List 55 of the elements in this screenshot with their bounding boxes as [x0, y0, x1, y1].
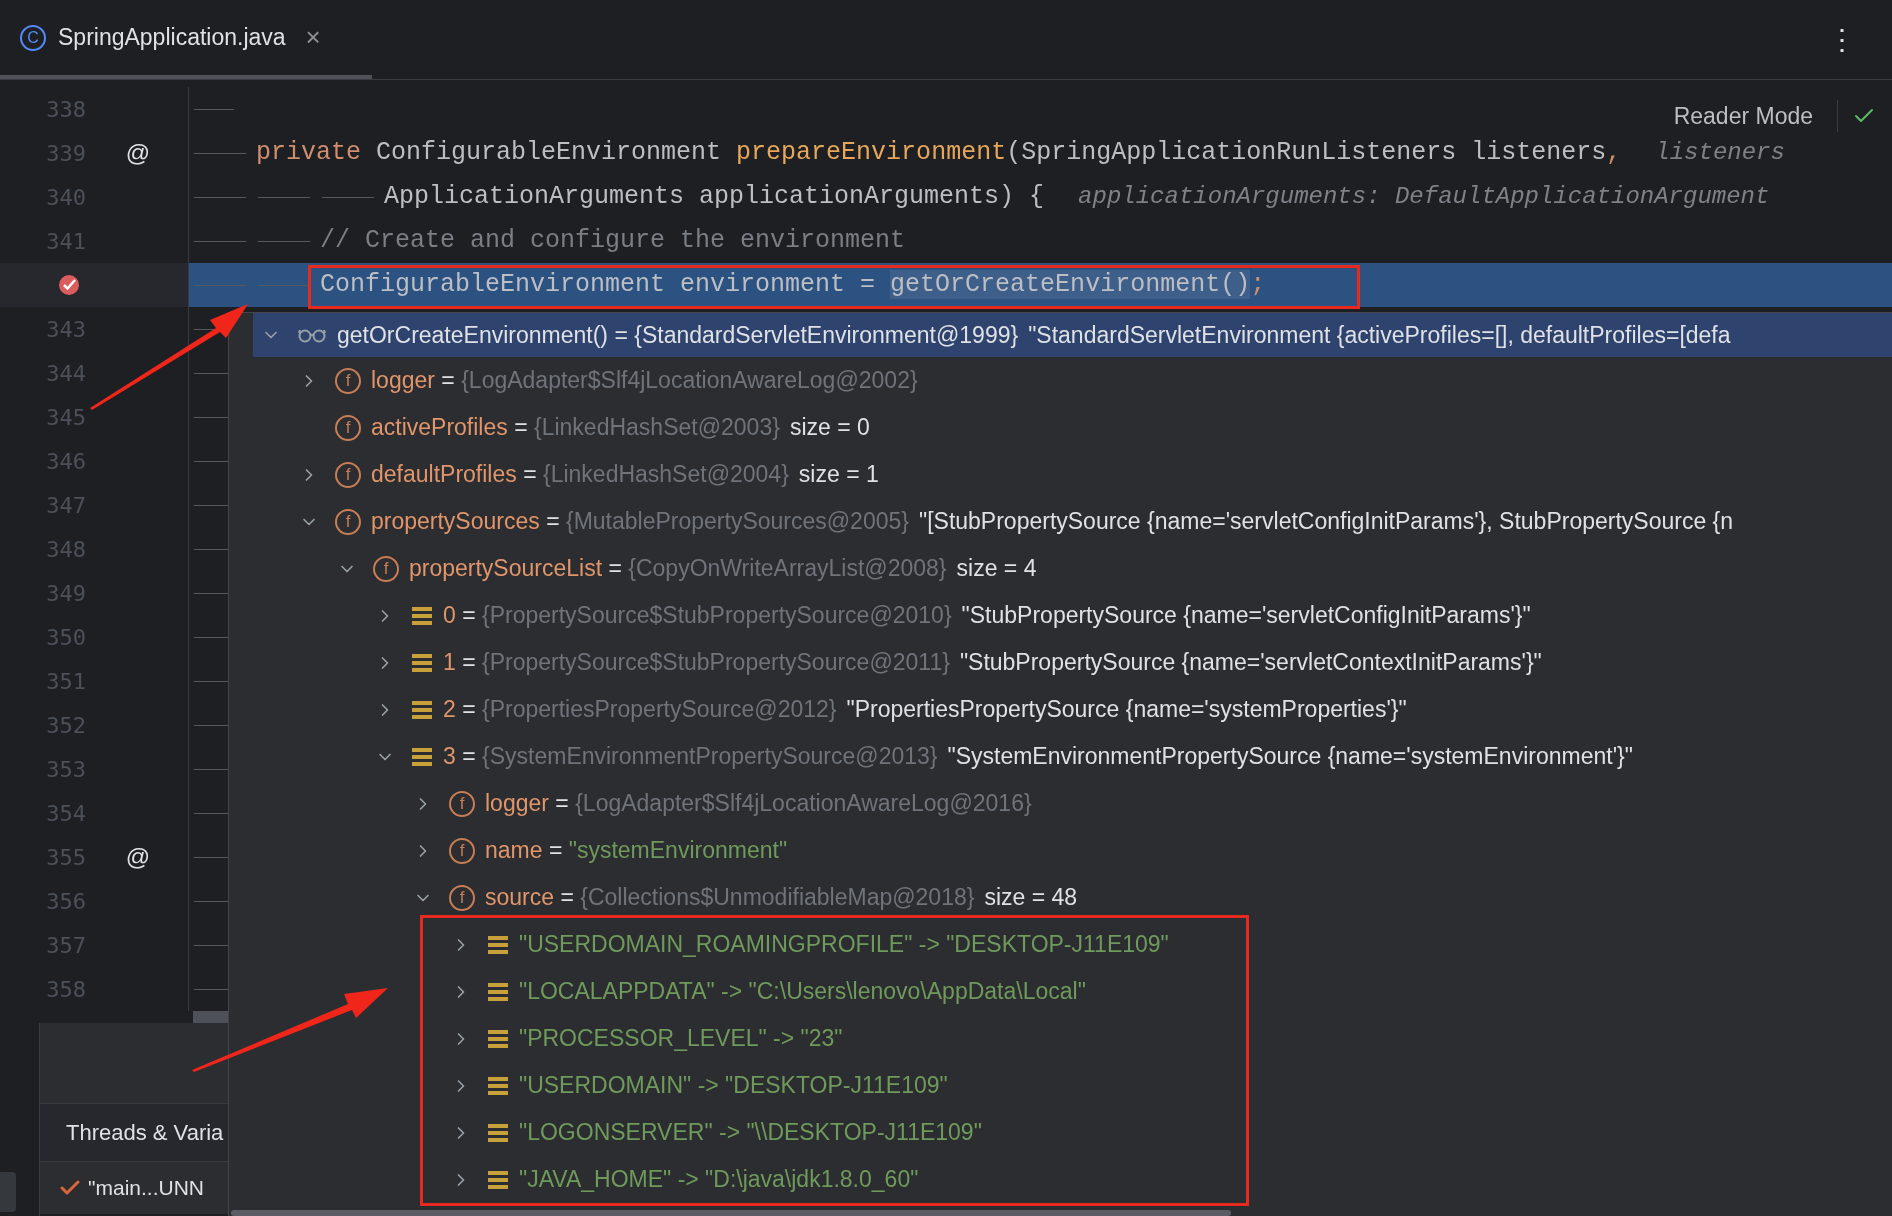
tree-row[interactable]: f name = "systemEnvironment": [253, 827, 1892, 874]
field-icon: f: [335, 461, 361, 488]
editor-tab[interactable]: C SpringApplication.java ×: [0, 0, 372, 79]
stack-icon: [487, 1169, 509, 1190]
tree-row[interactable]: f activeProfiles = {LinkedHashSet@2003} size = 0: [253, 404, 1892, 451]
tree-row[interactable]: "USERDOMAIN" -> "DESKTOP-J11E109": [253, 1062, 1892, 1109]
tree-row[interactable]: getOrCreateEnvironment() = {StandardServletEnvironment@1999} "StandardServletEnvironment {activeProfiles=[], defaultProfiles=[defa: [253, 313, 1892, 357]
inlay-hint: applicationArguments: DefaultApplicationArgument: [1078, 182, 1770, 212]
field-icon: f: [449, 884, 475, 911]
field-icon: f: [335, 414, 361, 441]
thread-item[interactable]: "main...UNN: [88, 1172, 204, 1204]
gutter-marker[interactable]: @: [125, 135, 151, 171]
tree-row[interactable]: f source = {Collections$UnmodifiableMap@2018} size = 48: [253, 874, 1892, 921]
tree-row[interactable]: 2 = {PropertiesPropertySource@2012} "PropertiesPropertySource {name='systemProperties'}": [253, 686, 1892, 733]
close-button[interactable]: ×: [305, 18, 321, 57]
stack-icon: [487, 1075, 509, 1096]
tree-row[interactable]: f defaultProfiles = {LinkedHashSet@2004} size = 1: [253, 451, 1892, 498]
tree-row[interactable]: "LOCALAPPDATA" -> "C:\Users\lenovo\AppData\Local": [253, 968, 1892, 1015]
tree-row[interactable]: 0 = {PropertySource$StubPropertySource@2010} "StubPropertySource {name='servletConfigInitParams'}": [253, 592, 1892, 639]
class-icon: C: [20, 24, 46, 51]
stack-icon: [411, 746, 433, 767]
stack-icon: [487, 1028, 509, 1049]
tree-row[interactable]: "LOGONSERVER" -> "\\DESKTOP-J11E109": [253, 1109, 1892, 1156]
tree-row[interactable]: 3 = {SystemEnvironmentPropertySource@2013} "SystemEnvironmentPropertySource {name='systemEnvironment'}": [253, 733, 1892, 780]
more-menu-button[interactable]: ⋮: [1828, 18, 1856, 61]
stack-icon: [411, 652, 433, 673]
code-line: ApplicationArguments applicationArguments) {: [384, 181, 1045, 214]
tree-row[interactable]: "PROCESSOR_LEVEL" -> "23": [253, 1015, 1892, 1062]
tree-row[interactable]: "USERDOMAIN_ROAMINGPROFILE" -> "DESKTOP-J11E109": [253, 921, 1892, 968]
code-line: // Create and configure the environment: [320, 225, 906, 258]
stack-icon: [487, 934, 509, 955]
scrollbar-thumb[interactable]: [231, 1210, 1231, 1216]
reader-mode-button[interactable]: Reader Mode: [1663, 98, 1823, 134]
field-icon: f: [449, 837, 475, 864]
field-icon: f: [449, 790, 475, 817]
stack-icon: [487, 981, 509, 1002]
tree-row[interactable]: f propertySourceList = {CopyOnWriteArrayList@2008} size = 4: [253, 545, 1892, 592]
field-icon: f: [335, 367, 361, 394]
tree-row[interactable]: f propertySources = {MutablePropertySources@2005} "[StubPropertySource {name='servletConfigInitParams'}, StubPropertySource {n: [253, 498, 1892, 545]
tree-row[interactable]: "JAVA_HOME" -> "D:\java\jdk1.8.0_60": [253, 1156, 1892, 1203]
inlay-hint: listeners: [1655, 138, 1785, 168]
tree-row[interactable]: f logger = {LogAdapter$Slf4jLocationAwareLog@2016}: [253, 780, 1892, 827]
field-icon: f: [373, 555, 399, 582]
stack-icon: [411, 605, 433, 626]
gutter-marker[interactable]: @: [125, 839, 151, 875]
stack-icon: [487, 1122, 509, 1143]
tree-row[interactable]: 1 = {PropertySource$StubPropertySource@2011} "StubPropertySource {name='servletContextInitParams'}": [253, 639, 1892, 686]
stack-icon: [411, 699, 433, 720]
glasses-icon: [297, 327, 327, 343]
breakpoint-icon[interactable]: [56, 272, 82, 298]
code-line: ConfigurableEnvironment environment = getOrCreateEnvironment();: [320, 269, 1266, 302]
scrollbar-thumb[interactable]: [193, 1011, 229, 1023]
tree-row[interactable]: f logger = {LogAdapter$Slf4jLocationAwareLog@2002}: [253, 357, 1892, 404]
code-line: private ConfigurableEnvironment prepareEnvironment(SpringApplicationRunListeners listeners,: [256, 137, 1622, 170]
field-icon: f: [335, 508, 361, 535]
